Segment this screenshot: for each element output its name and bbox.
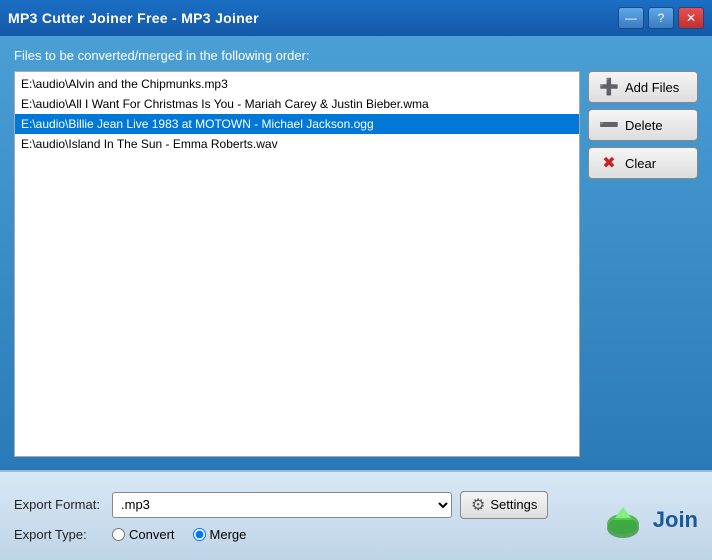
merge-radio[interactable] <box>193 528 206 541</box>
clear-label: Clear <box>625 156 656 171</box>
settings-label: Settings <box>490 497 537 512</box>
title-bar: MP3 Cutter Joiner Free - MP3 Joiner — ? … <box>0 0 712 36</box>
type-row: Export Type: Convert Merge <box>14 527 698 542</box>
convert-option[interactable]: Convert <box>112 527 175 542</box>
file-panel: E:\audio\Alvin and the Chipmunks.mp3E:\a… <box>14 71 698 457</box>
instruction-text: Files to be converted/merged in the foll… <box>14 48 698 63</box>
help-button[interactable]: ? <box>648 7 674 29</box>
buttons-panel: ➕ Add Files ➖ Delete ✖ Clear <box>588 71 698 457</box>
main-area: Files to be converted/merged in the foll… <box>0 36 712 470</box>
add-files-label: Add Files <box>625 80 679 95</box>
export-type-label: Export Type: <box>14 527 104 542</box>
list-item[interactable]: E:\audio\Island In The Sun - Emma Robert… <box>15 134 579 154</box>
delete-button[interactable]: ➖ Delete <box>588 109 698 141</box>
list-item[interactable]: E:\audio\Billie Jean Live 1983 at MOTOWN… <box>15 114 579 134</box>
list-item[interactable]: E:\audio\All I Want For Christmas Is You… <box>15 94 579 114</box>
join-button[interactable]: Join <box>601 498 698 542</box>
merge-label: Merge <box>210 527 247 542</box>
delete-icon: ➖ <box>599 115 619 135</box>
window-controls: — ? ✕ <box>618 7 704 29</box>
file-list[interactable]: E:\audio\Alvin and the Chipmunks.mp3E:\a… <box>14 71 580 457</box>
clear-icon: ✖ <box>599 153 619 173</box>
close-button[interactable]: ✕ <box>678 7 704 29</box>
join-icon <box>601 498 645 542</box>
bottom-bar: Export Format: .mp3.wav.ogg.wma.flac ⚙ S… <box>0 470 712 560</box>
app-title: MP3 Cutter Joiner Free - MP3 Joiner <box>8 10 259 26</box>
gear-icon: ⚙ <box>471 495 485 515</box>
convert-label: Convert <box>129 527 175 542</box>
add-icon: ➕ <box>599 77 619 97</box>
radio-group: Convert Merge <box>112 527 246 542</box>
export-format-select[interactable]: .mp3.wav.ogg.wma.flac <box>112 492 452 518</box>
export-format-label: Export Format: <box>14 497 104 512</box>
merge-option[interactable]: Merge <box>193 527 247 542</box>
delete-label: Delete <box>625 118 663 133</box>
add-files-button[interactable]: ➕ Add Files <box>588 71 698 103</box>
format-row: Export Format: .mp3.wav.ogg.wma.flac ⚙ S… <box>14 491 698 519</box>
minimize-button[interactable]: — <box>618 7 644 29</box>
settings-button[interactable]: ⚙ Settings <box>460 491 548 519</box>
convert-radio[interactable] <box>112 528 125 541</box>
clear-button[interactable]: ✖ Clear <box>588 147 698 179</box>
join-label: Join <box>653 507 698 533</box>
list-item[interactable]: E:\audio\Alvin and the Chipmunks.mp3 <box>15 74 579 94</box>
